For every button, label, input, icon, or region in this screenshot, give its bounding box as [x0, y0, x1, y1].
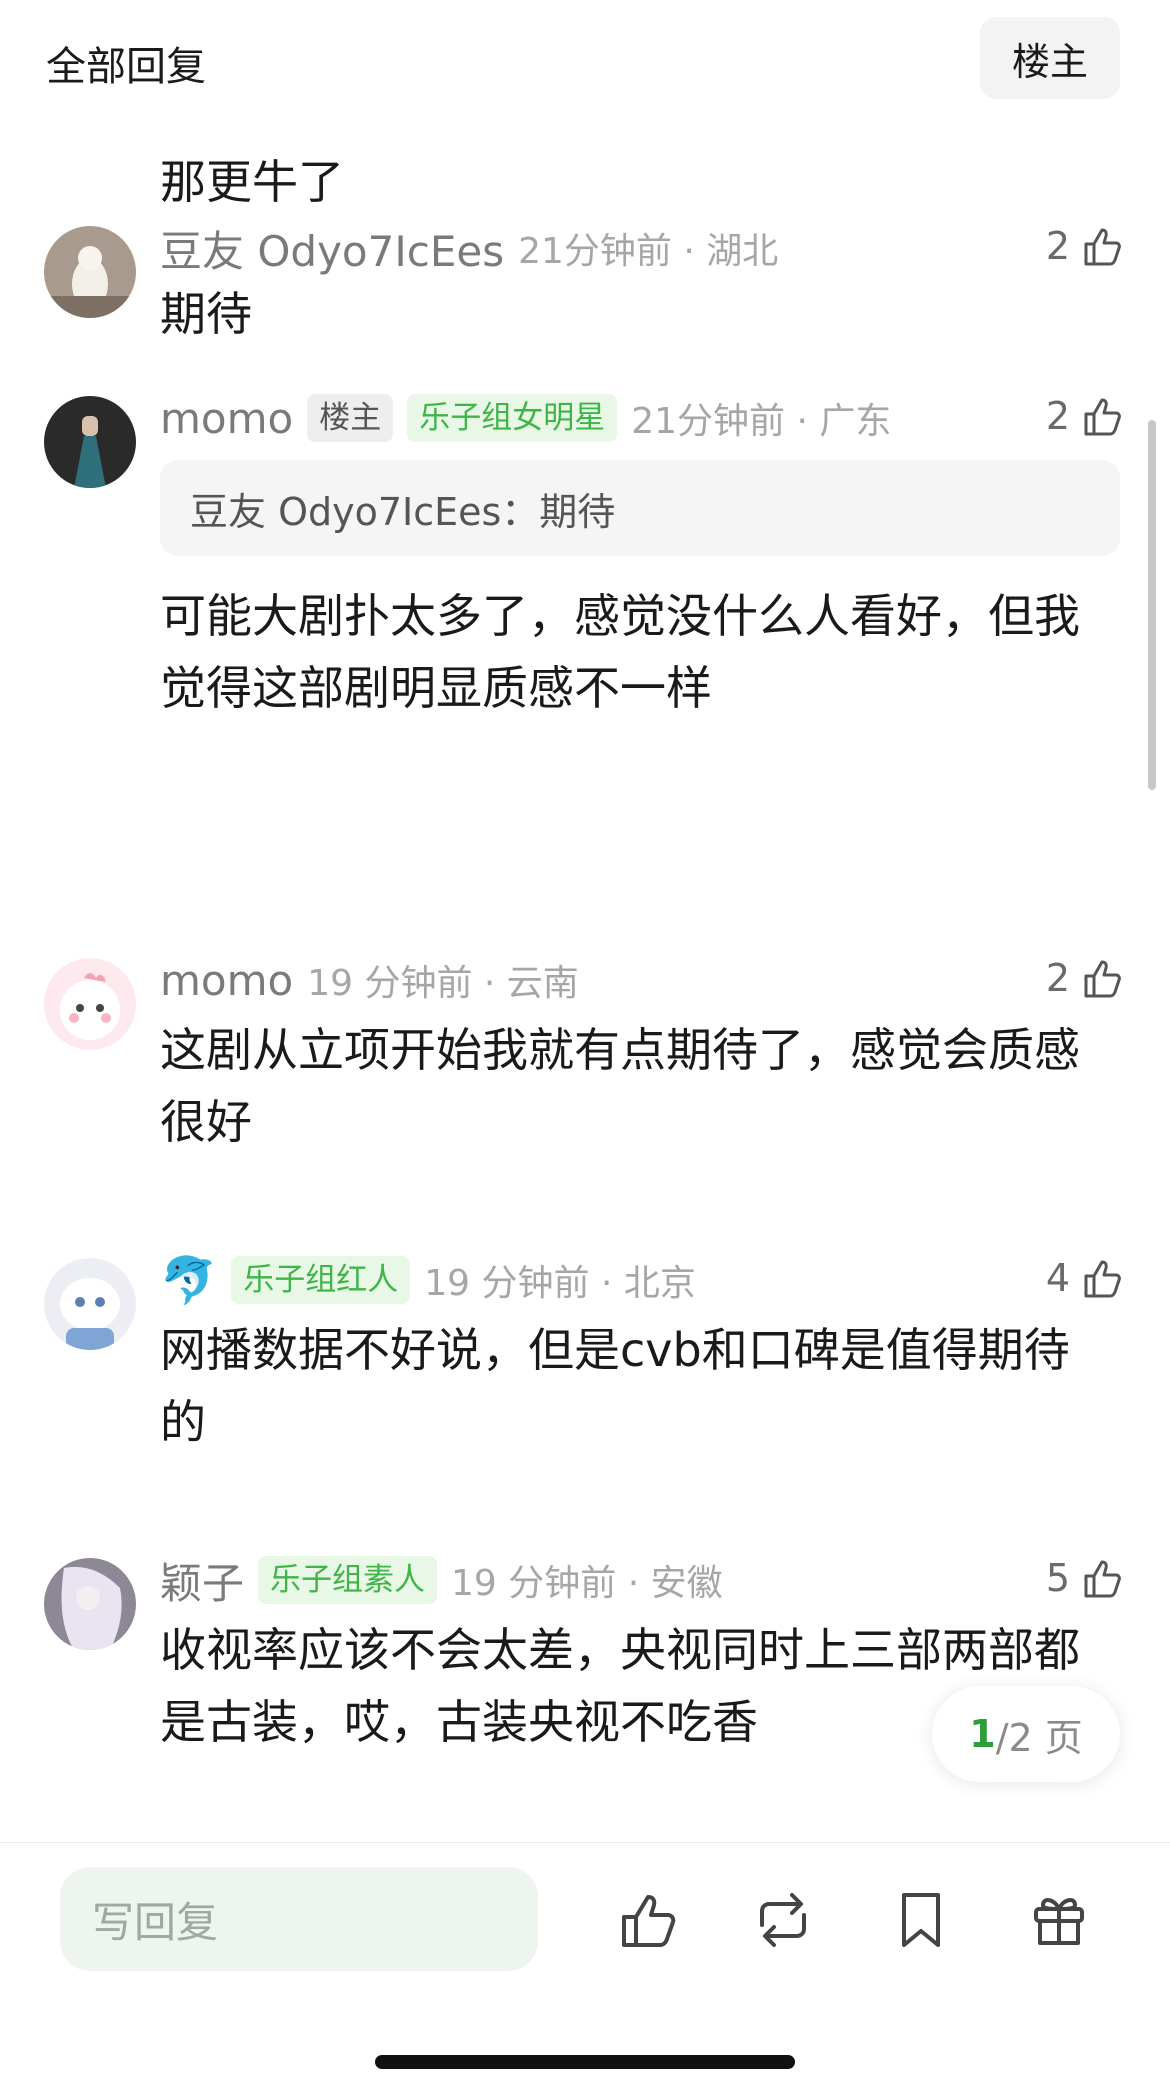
comment-author[interactable]: momo	[160, 394, 293, 443]
comment-text: 这剧从立项开始我就有点期待了，感觉会质感很好	[160, 1023, 1080, 1149]
home-indicator	[375, 2055, 795, 2069]
thumbs-up-icon	[1084, 228, 1121, 266]
repost-icon[interactable]	[748, 1885, 818, 1955]
page-indicator[interactable]: 1/2 页	[932, 1686, 1120, 1782]
avatar[interactable]	[44, 226, 136, 318]
like-button[interactable]: 2	[1046, 946, 1126, 1010]
comment-author[interactable]: 颖子	[160, 1550, 244, 1611]
bookmark-icon[interactable]	[886, 1885, 956, 1955]
thumbs-up-icon	[1084, 1560, 1121, 1598]
comment-text: 可能大剧扑太多了，感觉没什么人看好，但我觉得这部剧明显质感不一样	[160, 589, 1080, 715]
comment-text: 网播数据不好说，但是cvb和口碑是值得期待的	[160, 1323, 1070, 1449]
op-only-button[interactable]: 楼主	[980, 17, 1120, 99]
quoted-reply[interactable]: 豆友 Odyo7IcEes：期待	[160, 460, 1120, 556]
reply-input[interactable]: 写回复	[60, 1867, 538, 1971]
like-button[interactable]: 2	[1046, 214, 1126, 278]
like-button[interactable]: 4	[1046, 1246, 1126, 1310]
comment-author[interactable]: 豆友 Odyo7IcEes	[160, 218, 504, 279]
top-bar: 全部回复 楼主	[0, 0, 1170, 120]
op-badge: 楼主	[307, 394, 394, 442]
comment-time-location: 19 分钟前 · 云南	[307, 963, 579, 1004]
gift-icon[interactable]	[1024, 1885, 1094, 1955]
comment-author[interactable]: momo	[160, 956, 293, 1005]
bottom-action-bar: 写回复	[0, 1842, 1170, 2099]
avatar[interactable]	[44, 1258, 136, 1350]
like-icon[interactable]	[612, 1885, 682, 1955]
group-badge: 乐子组红人	[231, 1256, 411, 1304]
comment-time-location: 19 分钟前 · 北京	[424, 1263, 696, 1304]
avatar[interactable]	[44, 958, 136, 1050]
group-badge: 乐子组女明星	[407, 394, 618, 442]
like-count: 2	[1045, 394, 1070, 438]
like-count: 2	[1045, 956, 1070, 1000]
comment-time-location: 21分钟前 · 湖北	[518, 231, 779, 272]
comment-time-location: 19 分钟前 · 安徽	[451, 1563, 723, 1604]
like-count: 4	[1045, 1256, 1070, 1300]
like-count: 2	[1045, 224, 1070, 268]
page-title: 全部回复	[46, 44, 206, 90]
page-total: /2 页	[995, 1715, 1083, 1760]
current-page: 1	[969, 1712, 996, 1756]
like-count: 5	[1045, 1556, 1070, 1600]
like-button[interactable]: 5	[1046, 1546, 1126, 1610]
like-button[interactable]: 2	[1046, 384, 1126, 448]
comment-text: 那更牛了	[160, 155, 344, 209]
group-badge: 乐子组素人	[258, 1556, 438, 1604]
scrollbar[interactable]	[1148, 420, 1156, 790]
avatar[interactable]	[44, 1558, 136, 1650]
comment-time-location: 21分钟前 · 广东	[631, 401, 892, 442]
thumbs-up-icon	[1084, 398, 1121, 436]
comment-author[interactable]: 🐬	[160, 1253, 217, 1308]
comment-text: 期待	[160, 287, 252, 341]
thumbs-up-icon	[1084, 1260, 1121, 1298]
thumbs-up-icon	[1084, 960, 1121, 998]
avatar[interactable]	[44, 396, 136, 488]
